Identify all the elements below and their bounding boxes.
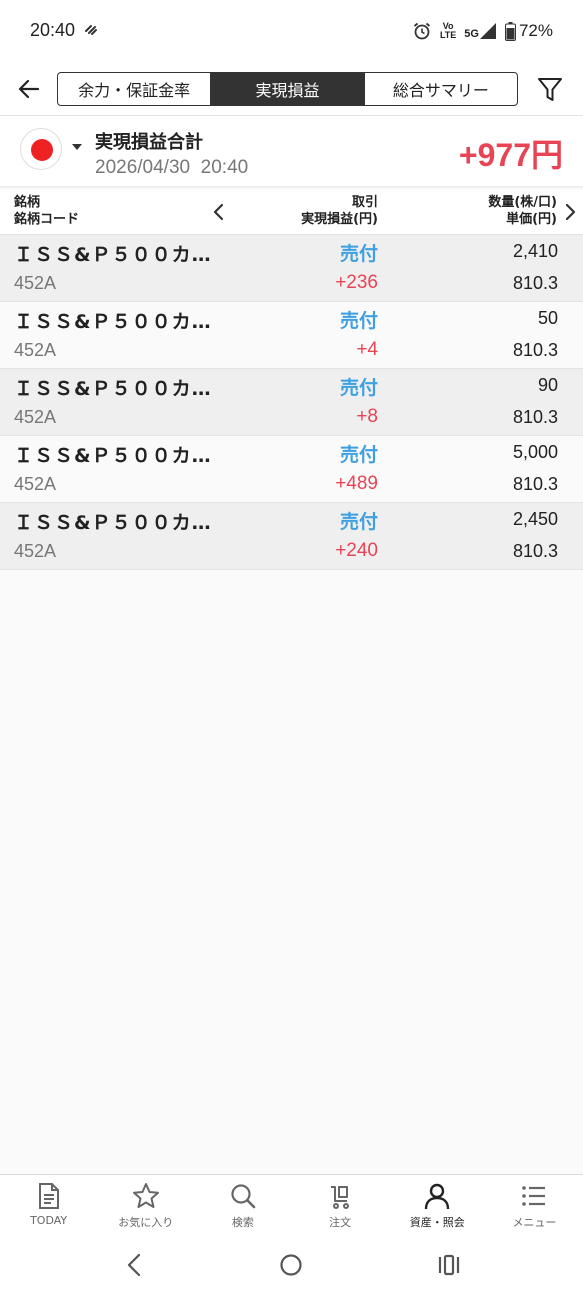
realized-pl: +240 bbox=[335, 540, 378, 561]
nav-menu[interactable]: メニュー bbox=[486, 1175, 583, 1232]
star-icon bbox=[132, 1183, 159, 1208]
realized-pl: +4 bbox=[356, 339, 378, 360]
system-nav-bar bbox=[0, 1232, 583, 1296]
quantity: 50 bbox=[537, 308, 558, 328]
account-color-dot bbox=[31, 139, 53, 161]
status-time: 20:40 bbox=[30, 20, 76, 40]
stock-name: ＩＳＳ&Ｐ５００カ… bbox=[14, 378, 212, 400]
nav-assets[interactable]: 資産・照会 bbox=[389, 1175, 486, 1232]
nav-label: メニュー bbox=[512, 1216, 557, 1229]
filter-icon[interactable] bbox=[535, 74, 565, 104]
nav-order[interactable]: 注文 bbox=[292, 1175, 389, 1232]
unit-price: 810.3 bbox=[512, 340, 558, 360]
nav-favorites[interactable]: お気に入り bbox=[97, 1175, 194, 1232]
pl-summary: 実現損益合計 2026/04/30 20:40 +977円 bbox=[0, 116, 583, 188]
alarm-icon bbox=[413, 22, 431, 40]
nav-label: 注文 bbox=[329, 1216, 352, 1229]
top-header: 余力・保証金率 実現損益 総合サマリー bbox=[0, 62, 583, 116]
trade-type: 売付 bbox=[339, 243, 378, 265]
realized-pl: +489 bbox=[335, 473, 378, 494]
battery-icon bbox=[504, 21, 516, 41]
stock-name: ＩＳＳ&Ｐ５００カ… bbox=[14, 311, 212, 333]
status-right: Vo LTE 5G 72% bbox=[412, 18, 553, 44]
menu-icon bbox=[522, 1186, 546, 1206]
realized-pl: +8 bbox=[356, 406, 378, 427]
nav-search[interactable]: 検索 bbox=[194, 1175, 291, 1232]
battery-group: 72% bbox=[504, 21, 553, 41]
chevron-right-icon[interactable] bbox=[561, 201, 579, 223]
stock-code: 452A bbox=[14, 541, 57, 561]
quantity: 2,450 bbox=[512, 509, 558, 529]
table-row[interactable]: ＩＳＳ&Ｐ５００カ… 452A 売付 +236 2,410 810.3 bbox=[0, 235, 583, 302]
stock-code: 452A bbox=[14, 474, 57, 494]
quantity: 5,000 bbox=[512, 442, 558, 462]
tab-realized-pl[interactable]: 実現損益 bbox=[211, 73, 365, 105]
nav-today[interactable]: TODAY bbox=[0, 1175, 97, 1232]
search-icon bbox=[231, 1184, 256, 1209]
unit-price: 810.3 bbox=[512, 273, 558, 293]
cart-icon bbox=[331, 1186, 350, 1209]
table-row[interactable]: ＩＳＳ&Ｐ５００カ… 452A 売付 +8 90 810.3 bbox=[0, 369, 583, 436]
nav-label: 検索 bbox=[231, 1216, 254, 1229]
realized-pl: +236 bbox=[335, 272, 378, 293]
account-selector[interactable] bbox=[20, 128, 62, 170]
header-col-name: 銘柄 銘柄コード bbox=[14, 195, 80, 227]
stock-code: 452A bbox=[14, 407, 57, 427]
status-bar: 20:40 Vo LTE 5G 72% bbox=[0, 0, 583, 62]
unit-price: 810.3 bbox=[512, 474, 558, 494]
system-back-icon[interactable] bbox=[120, 1250, 150, 1280]
segmented-tabs: 余力・保証金率 実現損益 総合サマリー bbox=[57, 72, 518, 106]
signal-group: 5G bbox=[464, 22, 497, 40]
stock-name: ＩＳＳ&Ｐ５００カ… bbox=[14, 445, 212, 467]
stock-code: 452A bbox=[14, 340, 57, 360]
header-col-qty: 数量(株/口) 単価(円) bbox=[488, 195, 557, 227]
stock-code: 452A bbox=[14, 273, 57, 293]
stock-name: ＩＳＳ&Ｐ５００カ… bbox=[14, 512, 212, 534]
nav-label: 資産・照会 bbox=[409, 1216, 465, 1229]
trade-type: 売付 bbox=[339, 511, 378, 533]
summary-total: +977円 bbox=[458, 137, 563, 173]
unit-price: 810.3 bbox=[512, 541, 558, 561]
header-col-trade: 取引 実現損益(円) bbox=[301, 195, 378, 227]
summary-title: 実現損益合計 bbox=[95, 132, 203, 153]
table-row[interactable]: ＩＳＳ&Ｐ５００カ… 452A 売付 +489 5,000 810.3 bbox=[0, 436, 583, 503]
trade-type: 売付 bbox=[339, 377, 378, 399]
table-row[interactable]: ＩＳＳ&Ｐ５００カ… 452A 売付 +240 2,450 810.3 bbox=[0, 503, 583, 570]
bottom-nav: TODAY お気に入り 検索 注文 資産・照会 メニュー bbox=[0, 1174, 583, 1232]
nav-label: お気に入り bbox=[118, 1216, 174, 1229]
trade-type: 売付 bbox=[339, 310, 378, 332]
system-home-icon[interactable] bbox=[276, 1250, 306, 1280]
battery-percent: 72% bbox=[518, 21, 553, 40]
caret-down-icon[interactable] bbox=[72, 144, 82, 150]
person-icon bbox=[425, 1183, 450, 1210]
summary-datetime: 2026/04/30 20:40 bbox=[95, 157, 249, 178]
trade-type: 売付 bbox=[339, 444, 378, 466]
today-icon bbox=[38, 1183, 59, 1209]
system-recents-icon[interactable] bbox=[434, 1250, 464, 1280]
network-type: 5G bbox=[464, 28, 479, 40]
trade-list: ＩＳＳ&Ｐ５００カ… 452A 売付 +236 2,410 810.3 ＩＳＳ&… bbox=[0, 235, 583, 570]
unit-price: 810.3 bbox=[512, 407, 558, 427]
table-row[interactable]: ＩＳＳ&Ｐ５００カ… 452A 売付 +4 50 810.3 bbox=[0, 302, 583, 369]
nav-label: TODAY bbox=[30, 1214, 68, 1227]
stock-name: ＩＳＳ&Ｐ５００カ… bbox=[14, 244, 212, 266]
back-arrow-icon[interactable] bbox=[14, 74, 44, 104]
sync-icon bbox=[85, 25, 97, 35]
tab-margin-balance[interactable]: 余力・保証金率 bbox=[58, 73, 212, 105]
volte-indicator: Vo LTE bbox=[439, 21, 457, 40]
quantity: 90 bbox=[537, 375, 558, 395]
tab-total-summary[interactable]: 総合サマリー bbox=[365, 73, 517, 105]
chevron-left-icon[interactable] bbox=[210, 201, 228, 223]
table-header: 銘柄 銘柄コード 取引 実現損益(円) 数量(株/口) 単価(円) bbox=[0, 190, 583, 235]
signal-icon bbox=[479, 23, 496, 39]
quantity: 2,410 bbox=[512, 241, 558, 261]
